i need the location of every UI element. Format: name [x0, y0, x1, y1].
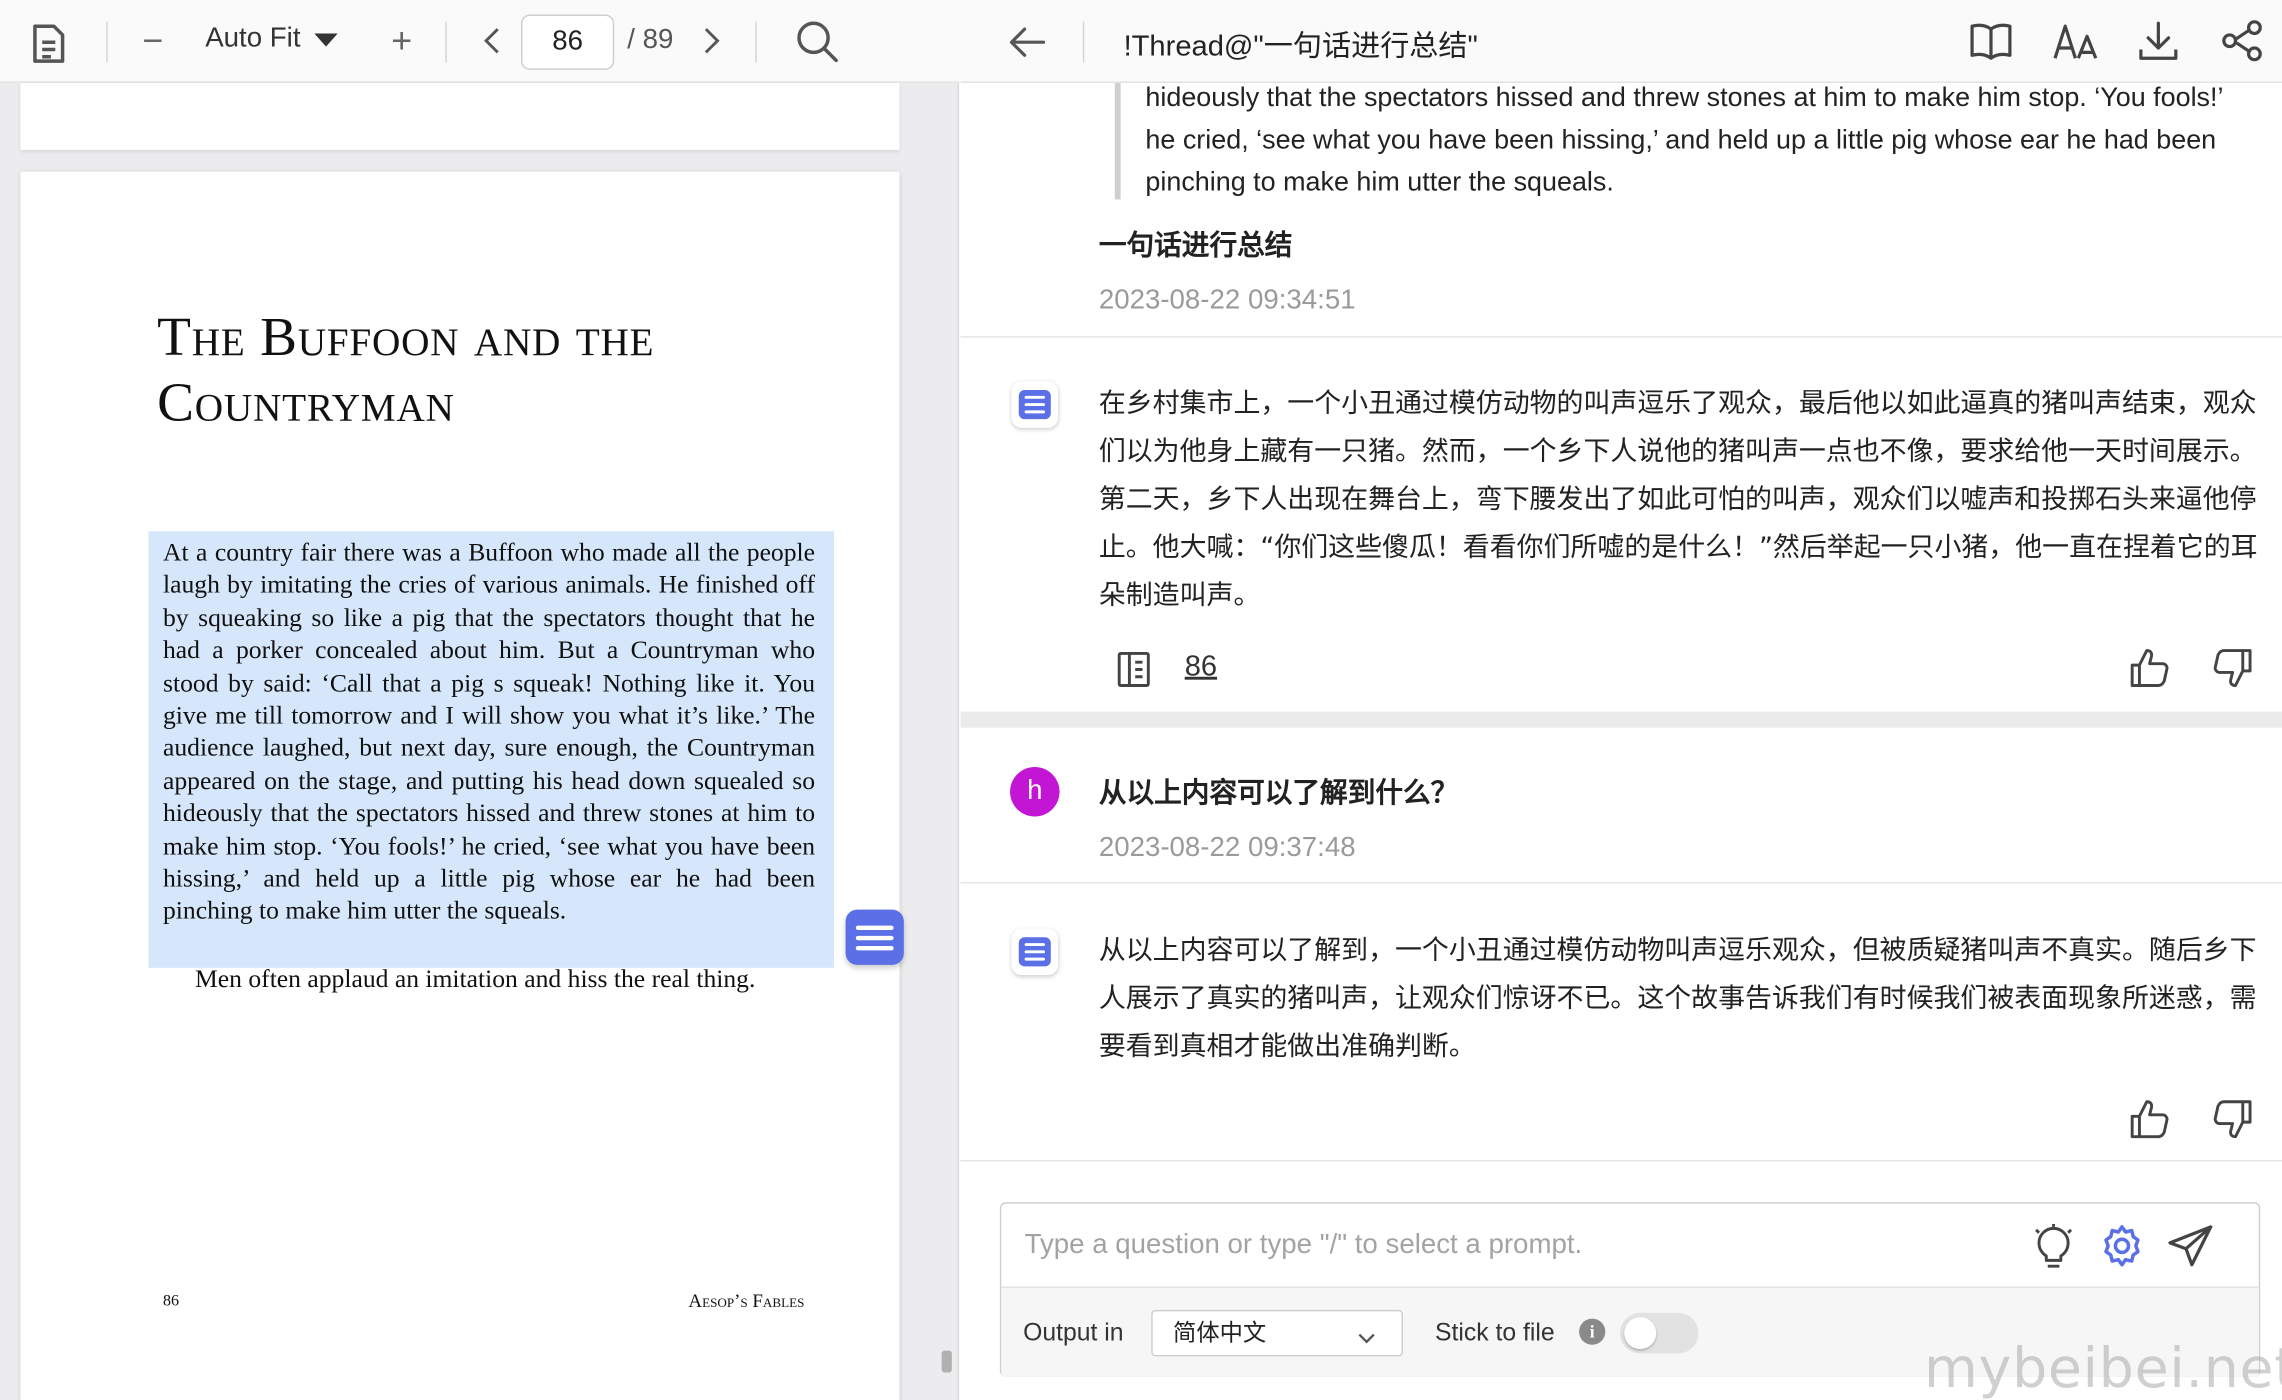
- zoom-out-icon[interactable]: [138, 26, 167, 55]
- quote-bar: [1114, 82, 1121, 200]
- thread-title: !Thread@"一句话进行总结": [1123, 30, 1478, 63]
- watermark: mybeibei.net: [1924, 1336, 2282, 1400]
- assistant-answer-1: 在乡村集市上，一个小丑通过模仿动物的叫声逗乐了观众，最后他以如此逼真的猪叫声结束…: [1098, 388, 2258, 612]
- zoom-select[interactable]: Auto Fit: [205, 23, 339, 55]
- chevron-down-icon: [315, 32, 339, 46]
- send-icon[interactable]: [2167, 1224, 2214, 1275]
- source-page-icon[interactable]: [1115, 649, 1153, 697]
- thumbs-down-icon[interactable]: [2211, 646, 2255, 697]
- toggle-knob: [1624, 1317, 1657, 1350]
- font-size-icon[interactable]: [2052, 19, 2099, 70]
- prev-page-icon[interactable]: [479, 25, 508, 57]
- info-icon[interactable]: i: [1579, 1318, 1606, 1345]
- chat-panel: !Thread@"一句话进行总结" hideously that the spe…: [960, 0, 2282, 1400]
- output-language-value: 简体中文: [1173, 1318, 1267, 1347]
- page-body-text: At a country fair there was a Buffoon wh…: [163, 537, 816, 925]
- download-icon[interactable]: [2137, 19, 2181, 70]
- user-question-2: 从以上内容可以了解到什么？: [1098, 777, 1459, 810]
- source-page-link[interactable]: 86: [1185, 651, 1217, 684]
- quoted-text: hideously that the spectators hissed and…: [1145, 81, 2223, 197]
- mindmap-icon[interactable]: [2219, 19, 2266, 70]
- page-title-line-1: The Buffoon and the: [157, 307, 655, 369]
- assistant-icon: [1011, 928, 1059, 976]
- avatar: h: [1010, 766, 1060, 817]
- previous-page-sheet: [20, 82, 900, 150]
- divider: [960, 1159, 2282, 1162]
- zoom-label: Auto Fit: [205, 23, 301, 54]
- toolbar-divider: [106, 21, 108, 63]
- settings-gear-icon[interactable]: [2100, 1224, 2144, 1275]
- timestamp-1: 2023-08-22 09:34:51: [1098, 285, 1356, 316]
- output-language-label: Output in: [1023, 1318, 1124, 1347]
- header-divider: [1082, 21, 1085, 63]
- pdf-page: The Buffoon and the Countryman At a coun…: [20, 171, 900, 1400]
- back-arrow-icon[interactable]: [1007, 22, 1048, 70]
- assistant-answer-2: 从以上内容可以了解到，一个小丑通过模仿动物叫声逗乐观众，但被质疑猪叫声不真实。随…: [1098, 935, 2257, 1063]
- assistant-icon: [1011, 381, 1059, 428]
- book-icon[interactable]: [1968, 20, 2015, 71]
- chat-header: !Thread@"一句话进行总结": [960, 0, 2282, 83]
- user-question-1: 一句话进行总结: [1098, 231, 1293, 262]
- toolbar-divider: [445, 21, 447, 63]
- toolbar-divider: [755, 21, 757, 63]
- divider: [960, 881, 2282, 884]
- stick-to-file-toggle[interactable]: [1619, 1312, 1699, 1354]
- pdf-viewer: Auto Fit 86 / 89 The Buffoon and the Cou…: [0, 0, 960, 1400]
- page-number-footer: 86: [163, 1292, 180, 1310]
- page-title-line-2: Countryman: [157, 372, 455, 434]
- page-number-input[interactable]: 86: [521, 14, 615, 70]
- page-title: The Buffoon and the Countryman: [157, 306, 783, 437]
- thumbs-down-icon[interactable]: [2211, 1097, 2255, 1148]
- document-icon[interactable]: [26, 22, 70, 66]
- next-page-icon[interactable]: [696, 25, 725, 57]
- page-running-footer: Aesop’s Fables: [688, 1289, 805, 1312]
- output-language-select[interactable]: 简体中文: [1151, 1309, 1404, 1357]
- lightbulb-icon[interactable]: [2032, 1223, 2076, 1278]
- section-separator: [960, 711, 2282, 728]
- divider: [960, 336, 2282, 338]
- timestamp-2: 2023-08-22 09:37:48: [1098, 832, 1356, 864]
- page-moral-text: Men often applaud an imitation and hiss …: [195, 963, 756, 993]
- question-input[interactable]: [1001, 1203, 2021, 1287]
- pdf-toolbar: Auto Fit 86 / 89: [0, 0, 960, 83]
- app-window: Auto Fit 86 / 89 The Buffoon and the Cou…: [0, 0, 2282, 1400]
- zoom-in-icon[interactable]: [387, 26, 416, 55]
- thumbs-up-icon[interactable]: [2128, 1097, 2172, 1148]
- chat-bubble-icon[interactable]: [845, 909, 904, 965]
- stick-to-file-label: Stick to file: [1435, 1318, 1555, 1347]
- chevron-down-icon: [1355, 1320, 1378, 1364]
- total-pages: / 89: [627, 24, 674, 56]
- scrollbar-thumb[interactable]: [941, 1350, 952, 1373]
- thumbs-up-icon[interactable]: [2128, 646, 2172, 697]
- search-icon[interactable]: [793, 17, 842, 66]
